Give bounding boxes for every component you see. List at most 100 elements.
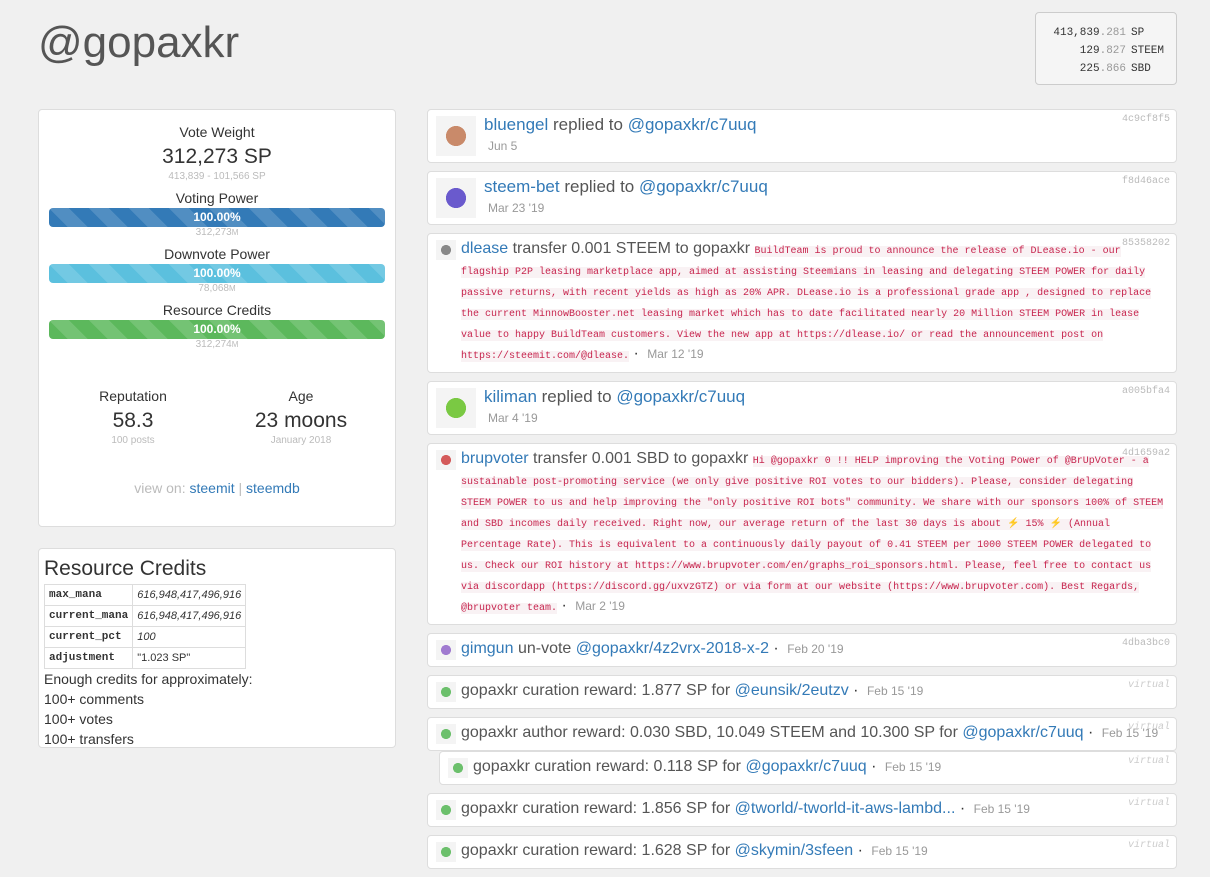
feed-action: transfer 0.001 STEEM to gopaxkr — [512, 240, 751, 257]
reputation-value: 58.3 — [112, 409, 154, 432]
vote-weight-range: 413,839 - 101,566 SP — [168, 171, 266, 182]
post-link[interactable]: @skymin/3sfeen — [735, 842, 854, 859]
user-link[interactable]: dlease — [461, 240, 508, 257]
feed-body: gopaxkr author reward: 0.030 SBD, 10.049… — [461, 724, 1159, 741]
feed-header: gopaxkr curation reward: 1.877 SP for @e… — [461, 682, 849, 699]
rc-value: 100 — [132, 626, 247, 648]
user-link[interactable]: gopaxkr — [461, 800, 518, 817]
user-link[interactable]: kiliman — [484, 387, 537, 406]
feed-item: gimgun un-vote @gopaxkr/4z2vrx-2018-x-2 … — [427, 633, 1177, 667]
feed-date: Feb 15 '19 — [973, 802, 1030, 816]
avatar-icon[interactable] — [436, 640, 456, 660]
avatar-icon[interactable] — [436, 240, 456, 260]
bar-label: Voting Power — [175, 190, 259, 206]
feed-body: gopaxkr curation reward: 1.877 SP for @e… — [461, 682, 924, 699]
view-on-label: view on: — [134, 480, 186, 496]
vote-weight-label: Vote Weight — [179, 124, 255, 140]
activity-feed: bluengel replied to @gopaxkr/c7uuq Jun 5 4… — [427, 109, 1177, 877]
feed-body: dlease transfer 0.001 STEEM to gopaxkr B… — [461, 240, 1152, 362]
feed-item: dlease transfer 0.001 STEEM to gopaxkr B… — [427, 233, 1177, 373]
feed-body: bluengel replied to @gopaxkr/c7uuq Jun 5 — [484, 116, 756, 156]
feed-body: gimgun un-vote @gopaxkr/4z2vrx-2018-x-2 … — [461, 640, 844, 657]
steemit-link[interactable]: steemit — [190, 480, 235, 496]
feed-body: brupvoter transfer 0.001 SBD to gopaxkr … — [461, 450, 1164, 614]
avatar-icon[interactable] — [436, 682, 456, 702]
balance-unit: STEEM — [1131, 45, 1165, 57]
rc-row: current_mana 616,948,417,496,916 — [43, 605, 247, 627]
feed-item: gopaxkr curation reward: 1.628 SP for @s… — [427, 835, 1177, 869]
age-label: Age — [288, 388, 314, 404]
feed-item: gopaxkr curation reward: 0.118 SP for @g… — [439, 751, 1177, 785]
bar-sub: 312,274M — [49, 339, 385, 350]
feed-action: replied to — [553, 115, 623, 134]
post-link[interactable]: @gopaxkr/c7uuq — [628, 115, 757, 134]
balance-sp: 413,839.281 SP — [1044, 24, 1168, 42]
feed-header: gopaxkr curation reward: 0.118 SP for @g… — [473, 758, 867, 775]
user-link[interactable]: brupvoter — [461, 450, 529, 467]
bar-value: 78,068 — [198, 283, 229, 294]
tx-hash: a005bfa4 — [1121, 386, 1170, 397]
feed-item: gopaxkr author reward: 0.030 SBD, 10.049… — [427, 717, 1177, 751]
rc-value: "1.023 SP" — [132, 647, 247, 669]
view-on: view on: steemit | steemdb — [49, 480, 385, 496]
user-link[interactable]: bluengel — [484, 115, 548, 134]
tx-hash: 4dba3bc0 — [1121, 638, 1170, 649]
avatar-icon[interactable] — [436, 116, 476, 156]
feed-item: bluengel replied to @gopaxkr/c7uuq Jun 5 4… — [427, 109, 1177, 163]
post-count: 100 posts — [111, 435, 155, 446]
rc-key: max_mana — [43, 584, 134, 606]
post-link[interactable]: @gopaxkr/c7uuq — [745, 758, 866, 775]
post-link[interactable]: @gopaxkr/c7uuq — [639, 177, 768, 196]
avatar-icon[interactable] — [436, 724, 456, 744]
feed-header: bluengel replied to @gopaxkr/c7uuq — [484, 115, 756, 134]
avatar-icon[interactable] — [436, 450, 456, 470]
rc-row: adjustment "1.023 SP" — [43, 647, 247, 669]
user-link[interactable]: gimgun — [461, 640, 513, 657]
user-link[interactable]: steem-bet — [484, 177, 560, 196]
feed-action: curation reward: 0.118 SP for — [534, 758, 742, 775]
rc-enough: Enough credits for approximately: — [44, 671, 253, 687]
balance-box: 413,839.281 SP 129.827 STEEM 225.866 SBD — [1035, 12, 1177, 85]
avatar-icon[interactable] — [436, 388, 476, 428]
user-link[interactable]: gopaxkr — [473, 758, 530, 775]
tx-hash: virtual — [1127, 798, 1170, 809]
feed-action: transfer 0.001 SBD to gopaxkr — [533, 450, 749, 467]
balance-unit: SBD — [1131, 63, 1151, 75]
user-link[interactable]: gopaxkr — [461, 724, 518, 741]
feed-header: brupvoter transfer 0.001 SBD to gopaxkr — [461, 450, 748, 467]
feed-date: Mar 4 '19 — [488, 411, 538, 425]
reputation-label: Reputation — [99, 388, 167, 404]
feed-header: gopaxkr curation reward: 1.856 SP for @t… — [461, 800, 955, 817]
date-line: Mar 23 '19 — [484, 199, 768, 217]
post-link[interactable]: @gopaxkr/c7uuq — [616, 387, 745, 406]
bar-label: Resource Credits — [162, 302, 272, 318]
avatar-icon[interactable] — [448, 758, 468, 778]
avatar-icon[interactable] — [436, 800, 456, 820]
post-link[interactable]: @tworld/-tworld-it-aws-lambd... — [735, 800, 956, 817]
vote-weight-value: 312,273 SP — [162, 145, 272, 168]
bar-unit: M — [228, 284, 236, 293]
avatar-icon[interactable] — [436, 842, 456, 862]
bar-sub: 78,068M — [49, 283, 385, 294]
feed-item: kiliman replied to @gopaxkr/c7uuq Mar 4 '… — [427, 381, 1177, 435]
feed-body: gopaxkr curation reward: 1.856 SP for @t… — [461, 800, 1030, 817]
rc-estimate: 100+ votes — [44, 711, 113, 727]
separator: | — [238, 480, 243, 496]
user-link[interactable]: gopaxkr — [461, 682, 518, 699]
tx-hash: f8d46ace — [1121, 176, 1170, 187]
balance-steem: 129.827 STEEM — [1044, 42, 1168, 60]
rc-estimate: 100+ transfers — [44, 731, 134, 747]
feed-action: curation reward: 1.856 SP for — [522, 800, 731, 817]
feed-body: gopaxkr curation reward: 1.628 SP for @s… — [461, 842, 928, 859]
avatar-icon[interactable] — [436, 178, 476, 218]
page-title: @gopaxkr — [38, 18, 240, 67]
feed-action: curation reward: 1.628 SP for — [522, 842, 731, 859]
post-link[interactable]: @gopaxkr/c7uuq — [962, 724, 1083, 741]
feed-action: replied to — [564, 177, 635, 196]
post-link[interactable]: @gopaxkr/4z2vrx-2018-x-2 — [576, 640, 769, 657]
balance-int: 225 — [1079, 63, 1100, 75]
post-link[interactable]: @eunsik/2eutzv — [735, 682, 849, 699]
user-link[interactable]: gopaxkr — [461, 842, 518, 859]
steemdb-link[interactable]: steemdb — [246, 480, 300, 496]
feed-header: dlease transfer 0.001 STEEM to gopaxkr — [461, 240, 750, 257]
